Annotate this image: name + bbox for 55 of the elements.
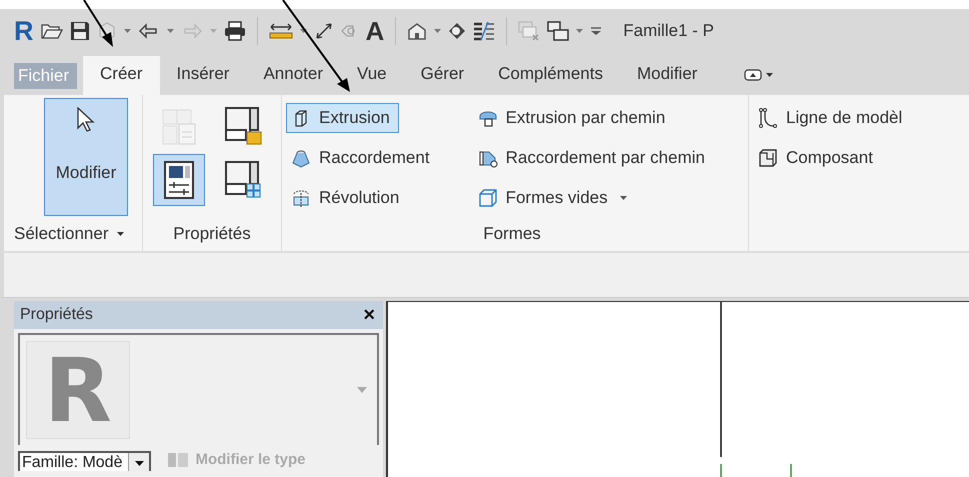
shape-tool-button[interactable]: Raccordement par chemin [472,143,714,173]
shape-tool-button[interactable]: Raccordement [286,143,439,173]
line-nodes-icon [758,108,778,128]
caret-icon[interactable] [300,29,306,33]
panel-title: Propriétés [20,306,93,324]
text-tool-icon[interactable]: A [366,16,384,46]
component-block-icon [758,148,778,168]
shape-tool-button[interactable]: Révolution [286,183,408,213]
app-logo[interactable]: R [14,16,34,46]
cylinder-icon [291,188,311,208]
ribbon-tab[interactable]: Insérer [160,56,246,95]
window-title: Famille1 - P [623,21,714,41]
properties-sheet-icon[interactable] [153,154,205,206]
customize-icon[interactable] [590,26,602,36]
cursor-icon [76,107,96,133]
close-windows-icon [518,21,540,41]
ribbon-tab[interactable]: Gérer [404,56,482,95]
ribbon-tab[interactable]: Vue [340,56,404,95]
dimension-icon[interactable] [314,21,334,41]
model-tool-button[interactable]: Composant [753,143,912,173]
wire-cube-icon [478,188,498,208]
close-button[interactable]: × [363,304,375,326]
measure-icon[interactable] [268,22,292,40]
caret-icon[interactable] [134,460,144,466]
modify-button[interactable]: Modifier [44,98,128,216]
panel-title: Propriétés [173,224,251,244]
caret-icon[interactable] [116,232,124,236]
annotation-arrow [83,0,113,47]
ribbon-tab[interactable]: Compléments [481,56,620,95]
frustum-icon [291,148,311,168]
panel-title: Formes [483,224,541,244]
reference-tick [720,464,722,477]
printer-icon[interactable] [224,21,246,41]
family-preview-logo: R [26,341,130,439]
shape-tool-button[interactable]: Formes vides [472,183,636,213]
caret-icon[interactable] [620,196,627,200]
ribbon-tab[interactable]: Annoter [246,56,340,95]
save-icon[interactable] [70,21,90,41]
shape-tool-button[interactable]: Extrusion [286,103,399,133]
line-list-icon[interactable] [473,21,496,41]
diamond-icon[interactable] [448,22,466,40]
reference-tick [790,464,792,477]
open-folder-icon[interactable] [40,22,62,40]
model-tool-button[interactable]: Ligne de modèl [753,103,912,133]
caret-icon[interactable] [766,73,774,77]
shape-tool-button[interactable]: Extrusion par chemin [472,103,674,133]
ribbon-tab[interactable]: Modifier [620,56,714,95]
ribbon-tab[interactable]: Créer [83,56,160,95]
switch-windows-icon[interactable] [547,21,570,41]
panel-title: Sélectionner [14,224,109,244]
house-icon[interactable] [407,21,428,41]
undo-icon[interactable] [138,23,160,39]
panels-icon [167,452,190,468]
family-type-selector[interactable]: Famille: Modè [18,451,152,471]
minimize-ribbon-icon[interactable] [744,69,762,81]
